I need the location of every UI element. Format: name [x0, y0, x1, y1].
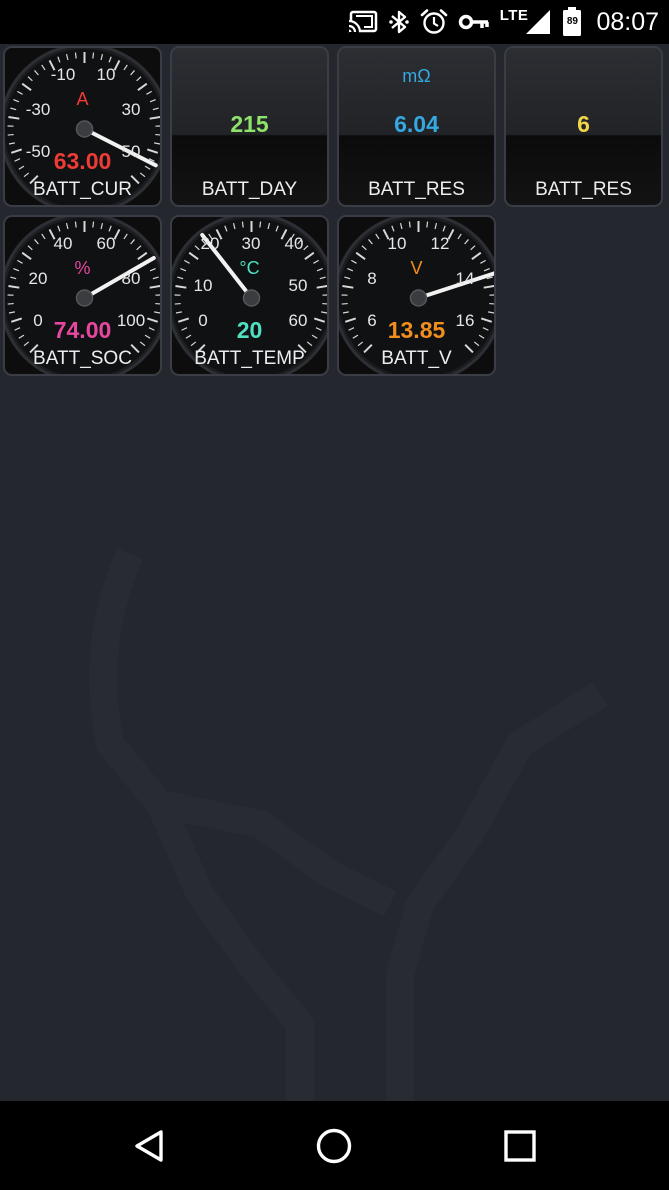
needle-hub — [242, 289, 261, 307]
dial-tick-mark — [408, 221, 411, 228]
dial-tick-mark — [241, 221, 244, 228]
gauge-batt-v[interactable]: 6 8 10 12 14 16 V 13.85 BATT_V — [337, 215, 496, 376]
gauge-label: BATT_SOC — [33, 348, 132, 369]
gauge-value: 20 — [236, 317, 263, 343]
gauge-value: 63.00 — [53, 148, 112, 174]
gauge-batt-cur[interactable]: -50 -30 -10 10 30 50 A 63.00 BATT_CUR — [3, 46, 162, 207]
needle-hub — [409, 289, 428, 307]
dial-tick-mark — [259, 221, 262, 228]
recents-button[interactable] — [497, 1123, 543, 1169]
needle-hub — [75, 289, 94, 307]
home-icon — [316, 1128, 352, 1164]
gauge-unit: A — [76, 89, 89, 109]
back-button[interactable] — [126, 1123, 172, 1169]
gauge-batt-res[interactable]: mΩ 6.04 BATT_RES — [337, 46, 496, 207]
dial-tick-mark — [92, 52, 95, 59]
cast-icon — [347, 10, 378, 34]
dial-tick-label: 10 — [387, 234, 407, 253]
gauge-value: 6.04 — [394, 111, 439, 137]
dial-tick-mark — [92, 221, 95, 228]
dial-tick-label: 30 — [241, 234, 261, 253]
recents-icon — [504, 1130, 536, 1162]
dial-tick-label: 50 — [288, 276, 308, 295]
gauge-label: BATT_RES — [368, 179, 465, 200]
dial-tick-mark — [426, 221, 429, 228]
gauge-label: BATT_DAY — [201, 179, 298, 200]
status-time: 08:07 — [596, 7, 659, 36]
network-type-label: LTE — [499, 6, 529, 24]
battery-level: 89 — [566, 16, 578, 27]
gauge-unit: % — [74, 258, 91, 278]
needle-hub — [75, 120, 94, 138]
dial-tick-label: 20 — [200, 234, 220, 253]
dial-tick-label: 60 — [96, 234, 116, 253]
gauge-batt-res[interactable]: 6 BATT_RES — [504, 46, 663, 207]
bluetooth-icon — [388, 9, 410, 35]
dial-tick-label: -10 — [50, 65, 76, 84]
navigation-bar — [0, 1101, 669, 1190]
gauge-value: 6 — [577, 111, 590, 137]
gauge-batt-soc[interactable]: 0 20 40 60 80 100% 74.00 BATT_SOC — [3, 215, 162, 376]
signal-icon: LTE — [499, 6, 553, 36]
gauge-unit: mΩ — [402, 66, 431, 86]
dial-tick-label: 40 — [284, 234, 304, 253]
gauge-label: BATT_CUR — [33, 179, 132, 200]
vpn-key-icon — [458, 12, 490, 32]
gauge-unit: V — [410, 258, 423, 278]
gauge-value: 74.00 — [53, 317, 112, 343]
gauge-label: BATT_RES — [535, 179, 632, 200]
alarm-icon — [420, 8, 448, 36]
dial-tick-label: 10 — [96, 65, 116, 84]
gauge-batt-day[interactable]: 215 BATT_DAY — [170, 46, 329, 207]
dial-tick-label: 12 — [430, 234, 450, 253]
dial-tick-mark — [74, 52, 77, 59]
back-icon — [135, 1130, 163, 1162]
gauge-label: BATT_V — [381, 348, 452, 369]
dial-tick-label: 10 — [193, 276, 213, 295]
gauge-unit: °C — [239, 258, 260, 278]
home-button[interactable] — [311, 1123, 357, 1169]
battery-icon: 89 — [562, 7, 582, 37]
gauge-value: 215 — [230, 111, 269, 137]
status-bar: LTE 89 08:07 — [0, 0, 669, 44]
dial-tick-label: 40 — [53, 234, 73, 253]
gauge-batt-temp[interactable]: 0 10 20 30 40 50 60 °C 20 BATT_TEMP — [170, 215, 329, 376]
gauge-value: 13.85 — [387, 317, 446, 343]
dial-tick-mark — [74, 221, 77, 228]
gauge-label: BATT_TEMP — [194, 348, 305, 369]
